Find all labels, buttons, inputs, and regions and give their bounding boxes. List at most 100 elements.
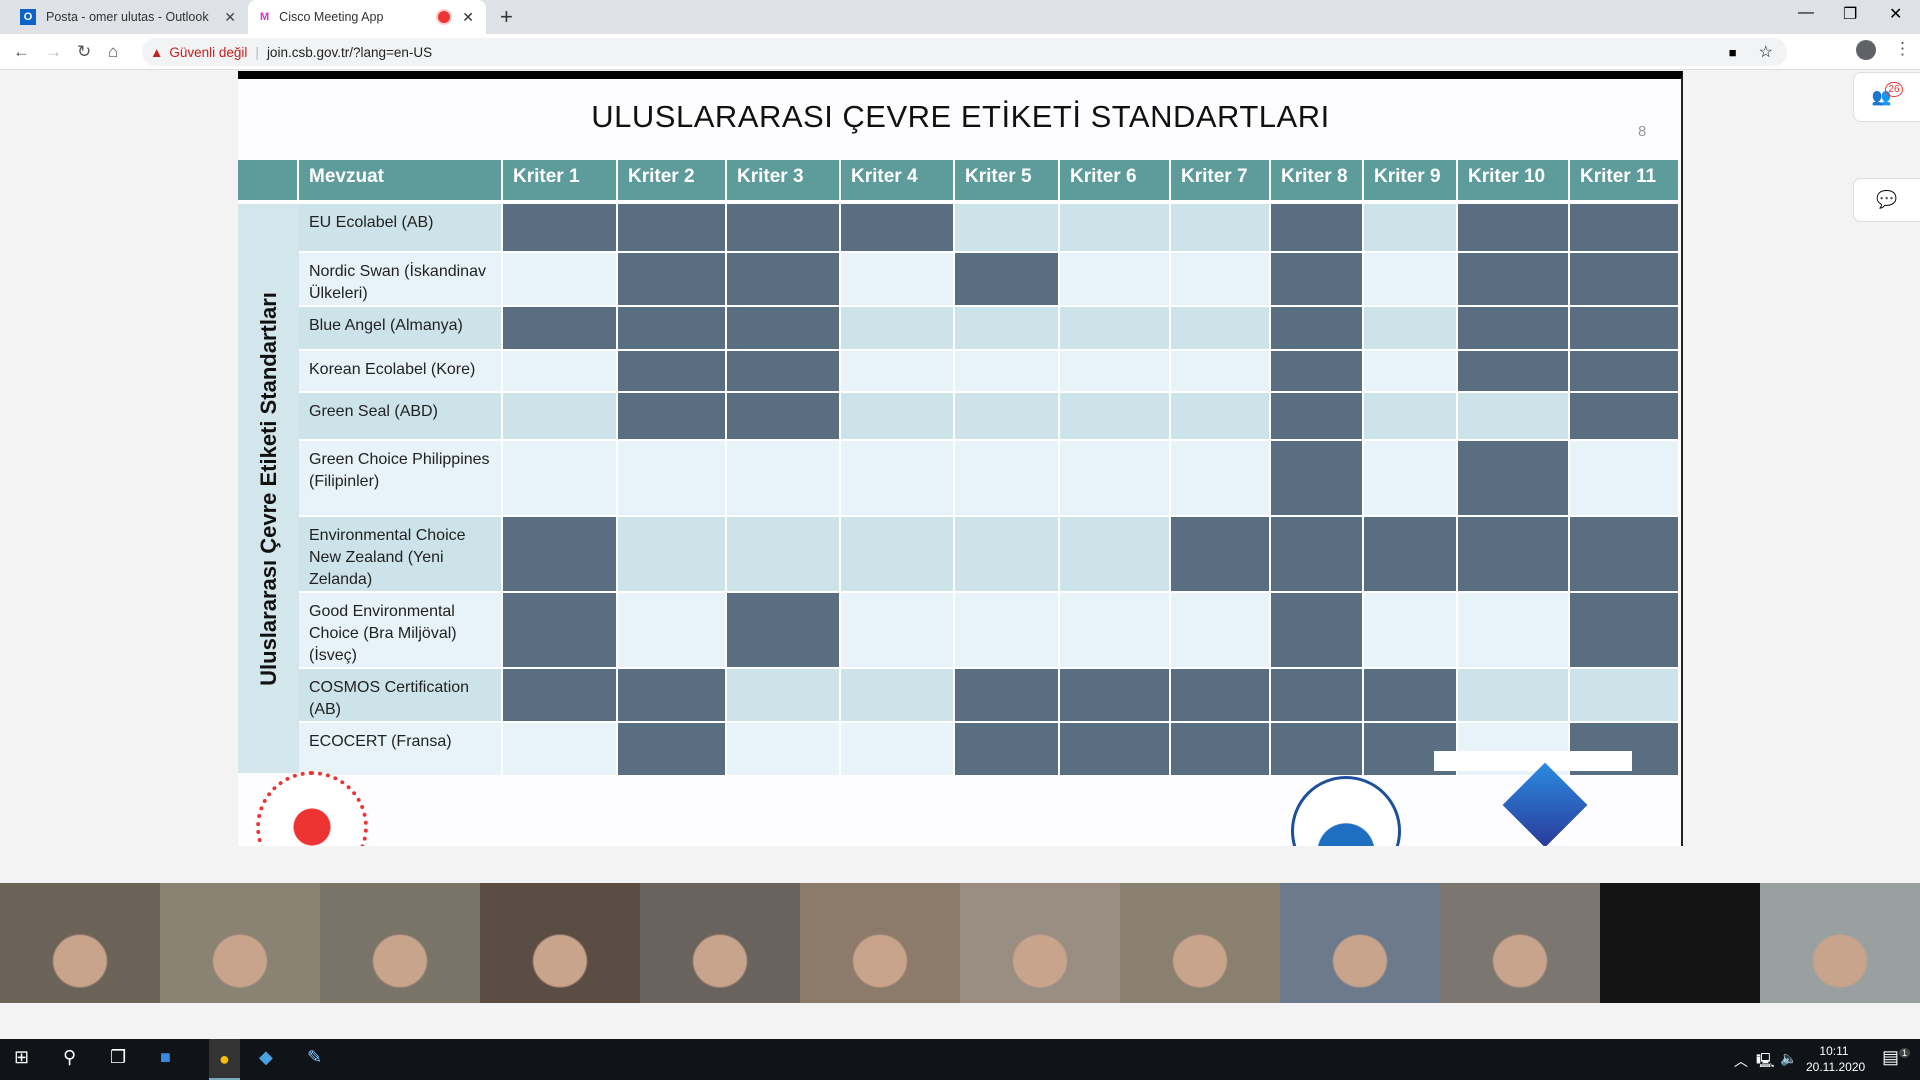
standard-name: Green Choice Philippines (Filipinler) (299, 441, 503, 517)
cell-marked (618, 307, 727, 351)
divider: | (255, 44, 259, 60)
cell-marked (955, 253, 1060, 307)
participant-video-tile[interactable] (0, 883, 160, 1003)
cell-marked (1271, 253, 1364, 307)
participant-video-tile[interactable] (160, 883, 320, 1003)
notifications-icon[interactable]: ▤ 1 (1882, 1047, 1911, 1068)
header-criterion: Kriter 1 (503, 160, 618, 202)
tray-chevron-icon[interactable]: ︿ (1734, 1051, 1748, 1071)
star-icon[interactable]: ☆ (1759, 42, 1773, 62)
cell-empty (1458, 669, 1570, 723)
cell-marked (1271, 517, 1364, 593)
close-tab-icon[interactable]: ✕ (224, 9, 236, 26)
participant-video-tile[interactable] (1600, 883, 1760, 1003)
cell-empty (955, 307, 1060, 351)
cell-empty (1171, 393, 1271, 441)
network-icon[interactable]: 🖳 (1756, 1050, 1775, 1074)
search-icon[interactable]: ⚲ (63, 1047, 76, 1068)
minimize-button[interactable]: — (1798, 4, 1814, 22)
cell-empty (1458, 393, 1570, 441)
cell-marked (1060, 723, 1171, 777)
cell-empty (727, 669, 841, 723)
warning-icon: ▲ (150, 44, 164, 60)
cell-marked (1171, 669, 1271, 723)
task-view-icon[interactable]: ❐ (110, 1047, 126, 1068)
close-tab-icon[interactable]: ✕ (462, 9, 474, 26)
reload-icon[interactable]: ↻ (77, 42, 91, 62)
header-criterion: Kriter 10 (1458, 160, 1570, 202)
participant-video-tile[interactable] (1280, 883, 1440, 1003)
cell-marked (1271, 307, 1364, 351)
cell-empty (1364, 593, 1458, 669)
participant-video-tile[interactable] (1440, 883, 1600, 1003)
restore-button[interactable]: ❐ (1843, 4, 1857, 24)
header-corner (238, 160, 299, 202)
cell-marked (1570, 204, 1680, 253)
close-window-button[interactable]: ✕ (1889, 4, 1902, 24)
participant-video-tile[interactable] (1760, 883, 1920, 1003)
cell-empty (727, 441, 841, 517)
cell-marked (503, 593, 618, 669)
header-criterion: Kriter 9 (1364, 160, 1458, 202)
address-bar-row: ← → ↻ ⌂ ▲ Güvenli değil | join.csb.gov.t… (0, 34, 1920, 70)
cell-marked (1570, 393, 1680, 441)
participants-button[interactable]: 👥 26 (1853, 72, 1920, 122)
cell-empty (841, 441, 955, 517)
criteria-table: Uluslararası Çevre Etiketi Standartları … (238, 79, 1681, 846)
menu-icon[interactable]: ⋮ (1894, 39, 1911, 59)
date: 20.11.2020 (1806, 1060, 1866, 1074)
participant-video-tile[interactable] (480, 883, 640, 1003)
windows-start-icon[interactable]: ⊞ (14, 1047, 29, 1068)
tab-outlook[interactable]: O Posta - omer ulutas - Outlook ✕ (8, 0, 248, 34)
cell-empty (1060, 441, 1171, 517)
new-tab-button[interactable]: + (500, 4, 513, 30)
cell-empty (1171, 253, 1271, 307)
volume-icon[interactable]: 🔈 (1780, 1050, 1797, 1067)
standard-name: Blue Angel (Almanya) (299, 307, 503, 351)
app-taskbar-icon[interactable]: ◆ (259, 1047, 273, 1068)
cell-marked (1570, 351, 1680, 393)
chat-button[interactable]: 💬 (1853, 178, 1920, 222)
url-bar[interactable]: ▲ Güvenli değil | join.csb.gov.tr/?lang=… (142, 38, 1787, 66)
cell-marked (503, 517, 618, 593)
profile-icon[interactable] (1856, 40, 1876, 60)
cell-marked (1060, 669, 1171, 723)
cell-marked (503, 204, 618, 253)
camera-icon[interactable]: ■ (1729, 45, 1737, 60)
cell-marked (1458, 204, 1570, 253)
cell-marked (1271, 723, 1364, 777)
paint-taskbar-icon[interactable]: ✎ (307, 1047, 322, 1068)
participant-video-tile[interactable] (800, 883, 960, 1003)
cell-marked (1570, 517, 1680, 593)
chrome-taskbar-icon[interactable]: ● (209, 1039, 240, 1080)
participant-video-tile[interactable] (960, 883, 1120, 1003)
cell-empty (503, 723, 618, 777)
home-icon[interactable]: ⌂ (108, 42, 118, 62)
cell-empty (1171, 351, 1271, 393)
cell-marked (1271, 204, 1364, 253)
participant-video-tile[interactable] (320, 883, 480, 1003)
participant-video-tile[interactable] (640, 883, 800, 1003)
clock[interactable]: 10:11 20.11.2020 (1806, 1043, 1866, 1075)
cell-empty (1060, 517, 1171, 593)
participant-video-tile[interactable] (1120, 883, 1280, 1003)
outlook-taskbar-icon[interactable]: ■ (160, 1047, 171, 1068)
tab-title: Cisco Meeting App (279, 10, 384, 24)
cell-marked (1458, 307, 1570, 351)
cell-empty (1171, 204, 1271, 253)
cell-marked (1271, 441, 1364, 517)
security-label[interactable]: Güvenli değil (169, 45, 247, 60)
cell-marked (618, 204, 727, 253)
cell-marked (727, 307, 841, 351)
cell-marked (1570, 253, 1680, 307)
standard-name: Good Environmental Choice (Bra Miljöval)… (299, 593, 503, 669)
cell-marked (955, 723, 1060, 777)
side-label-text: Uluslararası Çevre Etiketi Standartları (255, 291, 281, 686)
tab-cisco-meeting[interactable]: M Cisco Meeting App ✕ (248, 0, 486, 34)
cell-marked (1458, 517, 1570, 593)
forward-icon[interactable]: → (45, 42, 62, 62)
header-criterion: Kriter 5 (955, 160, 1060, 202)
standard-name: EU Ecolabel (AB) (299, 204, 503, 253)
back-icon[interactable]: ← (13, 42, 30, 62)
url-text[interactable]: join.csb.gov.tr/?lang=en-US (267, 45, 432, 60)
